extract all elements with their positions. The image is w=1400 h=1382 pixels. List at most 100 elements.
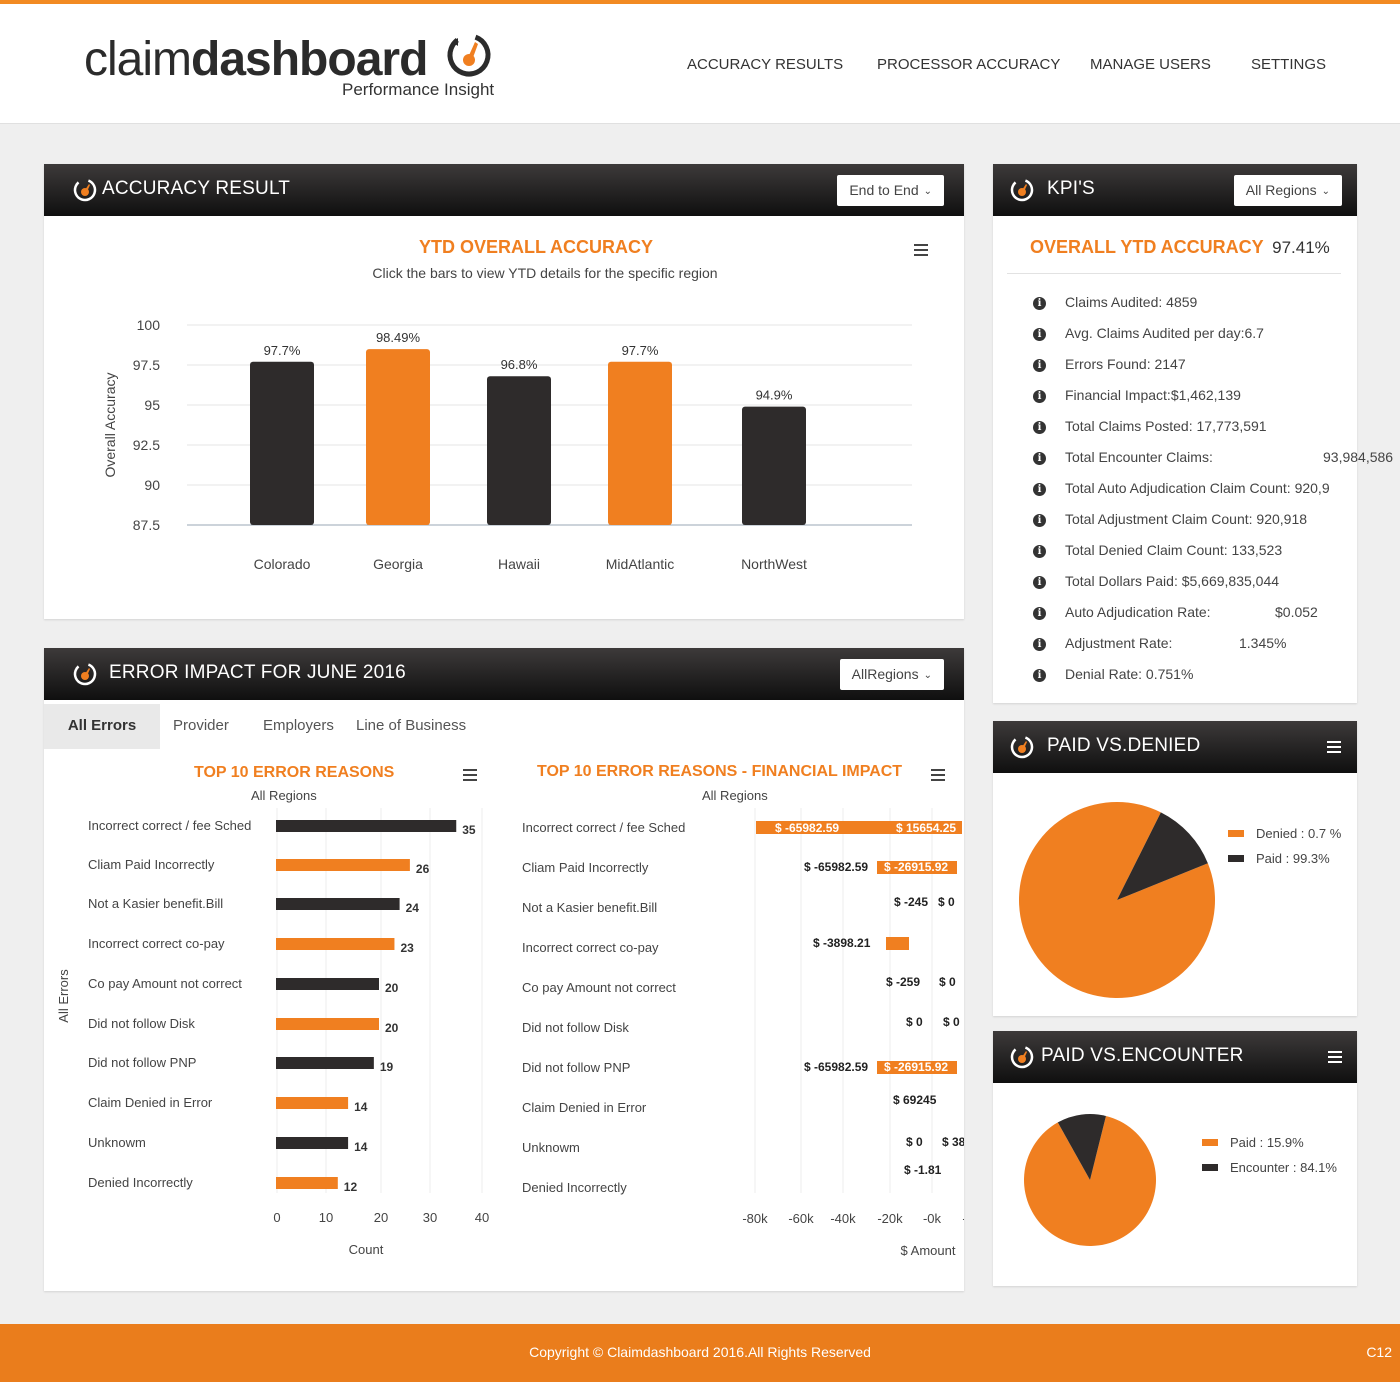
y-tick-label: 97.5	[133, 357, 160, 373]
nav-processor-accuracy[interactable]: PROCESSOR ACCURACY	[877, 56, 1060, 73]
count-chart-menu-icon[interactable]	[463, 769, 477, 781]
divider	[1007, 273, 1341, 274]
x-tick-label: -40k	[830, 1211, 856, 1226]
logo-bold-text: dashboard	[191, 33, 428, 86]
data-label: $ 0	[906, 1015, 923, 1029]
info-icon[interactable]: i	[1033, 669, 1046, 682]
view-type-select[interactable]: End to End ⌄	[837, 175, 944, 206]
logo[interactable]: claimdashboard Performance Insight	[84, 26, 524, 106]
category-label: Incorrect correct / fee Sched	[522, 820, 685, 835]
kpi-region-select[interactable]: All Regions ⌄	[1233, 175, 1342, 206]
nav-manage-users[interactable]: MANAGE USERS	[1090, 56, 1211, 73]
data-label: $ -65982.59	[804, 1060, 868, 1074]
x-tick-label: 40	[475, 1210, 489, 1225]
info-icon[interactable]: i	[1033, 359, 1046, 372]
kpi-label: Claims Audited: 4859	[1065, 294, 1198, 310]
panel-menu-icon[interactable]	[1328, 1051, 1342, 1063]
nav-settings[interactable]: SETTINGS	[1251, 56, 1326, 73]
panel-menu-icon[interactable]	[1327, 741, 1341, 753]
data-label: $ 0	[906, 1135, 923, 1149]
info-icon[interactable]: i	[1033, 297, 1046, 310]
select-value: End to End	[849, 182, 919, 198]
category-label: Incorrect correct / fee Sched	[88, 818, 251, 833]
tab-provider[interactable]: Provider	[173, 704, 229, 749]
paid-vs-encounter-panel: PAID VS.ENCOUNTER Paid : 15.9% Encounter…	[993, 1031, 1357, 1286]
error-tabs: All Errors Provider Employers Line of Bu…	[44, 704, 964, 749]
bar	[276, 938, 395, 950]
data-label: $ -65982.59	[804, 860, 868, 874]
info-icon[interactable]: i	[1033, 328, 1046, 341]
bar-northwest	[742, 406, 806, 525]
panel-header: PAID VS.DENIED	[993, 721, 1357, 773]
data-label: $ 0	[943, 1015, 960, 1029]
x-tick-label: Colorado	[254, 556, 311, 572]
info-icon[interactable]: i	[1033, 545, 1046, 558]
info-icon[interactable]: i	[1033, 390, 1046, 403]
info-icon[interactable]: i	[1033, 421, 1046, 434]
bar	[276, 1097, 349, 1109]
kpi-label: Denial Rate: 0.751%	[1065, 666, 1194, 682]
data-label: $ -1.81	[904, 1163, 942, 1177]
legend-label: Paid : 99.3%	[1256, 851, 1330, 866]
chevron-down-icon: ⌄	[923, 186, 932, 197]
info-icon[interactable]: i	[1033, 483, 1046, 496]
gauge-icon	[73, 178, 97, 202]
financial-chart-menu-icon[interactable]	[931, 769, 945, 781]
panel-title: KPI'S	[1047, 178, 1095, 199]
bar	[276, 820, 457, 832]
chevron-down-icon: ⌄	[1321, 186, 1330, 197]
info-icon[interactable]: i	[1033, 452, 1046, 465]
y-tick-label: 90	[144, 477, 160, 493]
category-label: Co pay Amount not correct	[88, 976, 242, 991]
x-tick-label: MidAtlantic	[606, 556, 674, 572]
panel-header: PAID VS.ENCOUNTER	[993, 1031, 1357, 1083]
info-icon[interactable]: i	[1033, 514, 1046, 527]
financial-chart-subtitle: All Regions	[702, 788, 768, 803]
region-select[interactable]: AllRegions ⌄	[839, 659, 944, 690]
legend-swatch	[1228, 830, 1244, 837]
legend-encounter: Encounter : 84.1%	[1202, 1160, 1337, 1175]
data-label: 20	[385, 1021, 399, 1035]
accuracy-result-panel: ACCURACY RESULT End to End ⌄ YTD OVERALL …	[44, 164, 964, 619]
category-label: Incorrect correct co-pay	[88, 936, 225, 951]
kpi-label: Financial Impact:$1,462,139	[1065, 387, 1241, 403]
legend-label: Paid : 15.9%	[1230, 1135, 1304, 1150]
footer-code: C12	[1366, 1344, 1392, 1360]
gauge-logo-icon	[447, 33, 491, 77]
footer: Copyright © Claimdashboard 2016.All Righ…	[0, 1324, 1400, 1382]
chart-menu-icon[interactable]	[914, 244, 928, 256]
tab-employers[interactable]: Employers	[263, 704, 334, 749]
bar	[276, 1057, 374, 1069]
data-label: 35	[462, 823, 476, 837]
copyright-text: Copyright © Claimdashboard 2016.All Righ…	[529, 1344, 871, 1360]
x-tick-label: 30	[423, 1210, 437, 1225]
category-label: Claim Denied in Error	[88, 1095, 213, 1110]
tab-all-errors[interactable]: All Errors	[44, 704, 160, 749]
info-icon[interactable]: i	[1033, 638, 1046, 651]
data-label: $ -26915.92	[884, 860, 948, 874]
bar	[276, 859, 410, 871]
kpi-label: Auto Adjudication Rate:	[1065, 604, 1211, 620]
x-tick-label: 0	[273, 1210, 280, 1225]
bar-hawaii	[487, 376, 551, 525]
info-icon[interactable]: i	[1033, 576, 1046, 589]
x-tick-label: Hawaii	[498, 556, 540, 572]
overall-ytd-label: OVERALL YTD ACCURACY	[1030, 237, 1264, 257]
category-label: Co pay Amount not correct	[522, 980, 676, 995]
nav-accuracy-results[interactable]: ACCURACY RESULTS	[687, 56, 843, 73]
bar-midatlantic	[608, 361, 672, 525]
top10-count-chart: 0 10 20 30 40 Count All Errors Incorrect correc…	[56, 808, 489, 1257]
info-icon[interactable]: i	[1033, 607, 1046, 620]
select-value: All Regions	[1245, 182, 1317, 198]
bar	[276, 898, 400, 910]
panel-title: PAID VS.ENCOUNTER	[1041, 1045, 1244, 1066]
category-label: Cliam Paid Incorrectly	[522, 860, 649, 875]
overall-ytd-accuracy: OVERALL YTD ACCURACY 97.41%	[1030, 237, 1330, 258]
panel-title: PAID VS.DENIED	[1047, 735, 1201, 756]
kpi-value: $0.052	[1275, 604, 1318, 620]
x-tick-label: -60k	[788, 1211, 814, 1226]
data-label: 23	[400, 941, 414, 955]
tab-line-of-business[interactable]: Line of Business	[356, 704, 466, 749]
legend-label: Encounter : 84.1%	[1230, 1160, 1337, 1175]
panel-title: ACCURACY RESULT	[102, 178, 291, 199]
